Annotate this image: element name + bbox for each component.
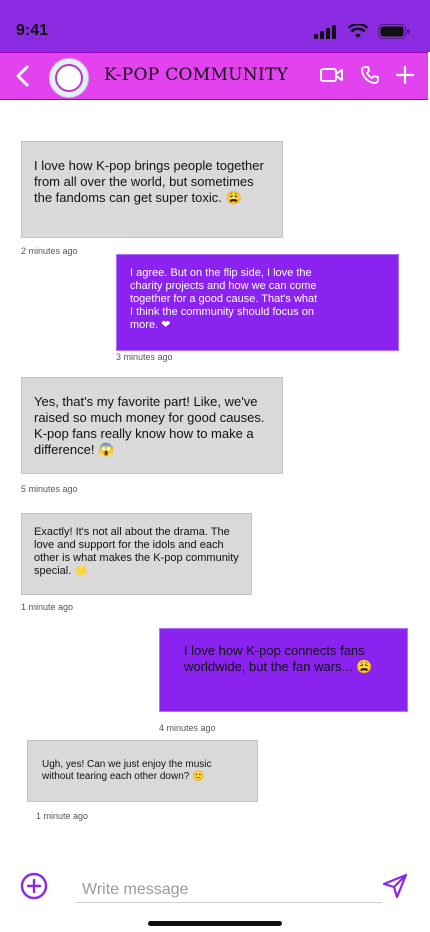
message-timestamp: 3 minutes ago xyxy=(116,352,173,362)
status-time: 9:41 xyxy=(16,22,49,39)
message-timestamp: 5 minutes ago xyxy=(21,484,78,494)
message-text: I love how K-pop brings people together … xyxy=(34,158,264,205)
community-avatar[interactable] xyxy=(49,58,89,98)
phone-icon[interactable] xyxy=(360,65,380,85)
page-title: K-POP COMMUNITY xyxy=(104,65,289,85)
message-bubble: Yes, that's my favorite part! Like, we'v… xyxy=(21,377,283,474)
message-bubble: I love how K-pop connects fans worldwide… xyxy=(159,628,408,712)
message-text: Ugh, yes! Can we just enjoy the music wi… xyxy=(42,759,212,782)
video-call-icon[interactable] xyxy=(320,66,344,84)
signal-icon xyxy=(314,24,336,39)
wifi-icon xyxy=(348,24,368,38)
home-indicator xyxy=(148,921,282,926)
message-bubble: I love how K-pop brings people together … xyxy=(21,141,283,238)
back-arrow-icon[interactable] xyxy=(12,63,34,89)
message-text: Exactly! It's not all about the drama. T… xyxy=(34,526,239,577)
community-logo-icon xyxy=(55,64,83,92)
message-text: I agree. But on the flip side, I love th… xyxy=(130,267,318,331)
message-text: Yes, that's my favorite part! Like, we'v… xyxy=(34,394,265,457)
message-text: I love how K-pop connects fans worldwide… xyxy=(184,643,373,674)
status-bar: 9:41 xyxy=(0,0,430,52)
message-timestamp: 1 minute ago xyxy=(21,602,74,612)
message-bubble: Exactly! It's not all about the drama. T… xyxy=(21,513,252,595)
message-timestamp: 4 minutes ago xyxy=(159,723,216,733)
message-timestamp: 1 minute ago xyxy=(36,811,89,821)
message-input[interactable] xyxy=(76,878,382,903)
message-timestamp: 2 minutes ago xyxy=(21,246,78,256)
message-bubble: Ugh, yes! Can we just enjoy the music wi… xyxy=(27,740,258,802)
send-icon[interactable] xyxy=(381,872,409,900)
message-bubble: I agree. But on the flip side, I love th… xyxy=(116,254,399,351)
add-icon[interactable] xyxy=(396,66,414,84)
chat-header: K-POP COMMUNITY xyxy=(0,52,428,100)
battery-icon xyxy=(378,24,410,39)
add-attachment-icon[interactable] xyxy=(20,872,48,900)
